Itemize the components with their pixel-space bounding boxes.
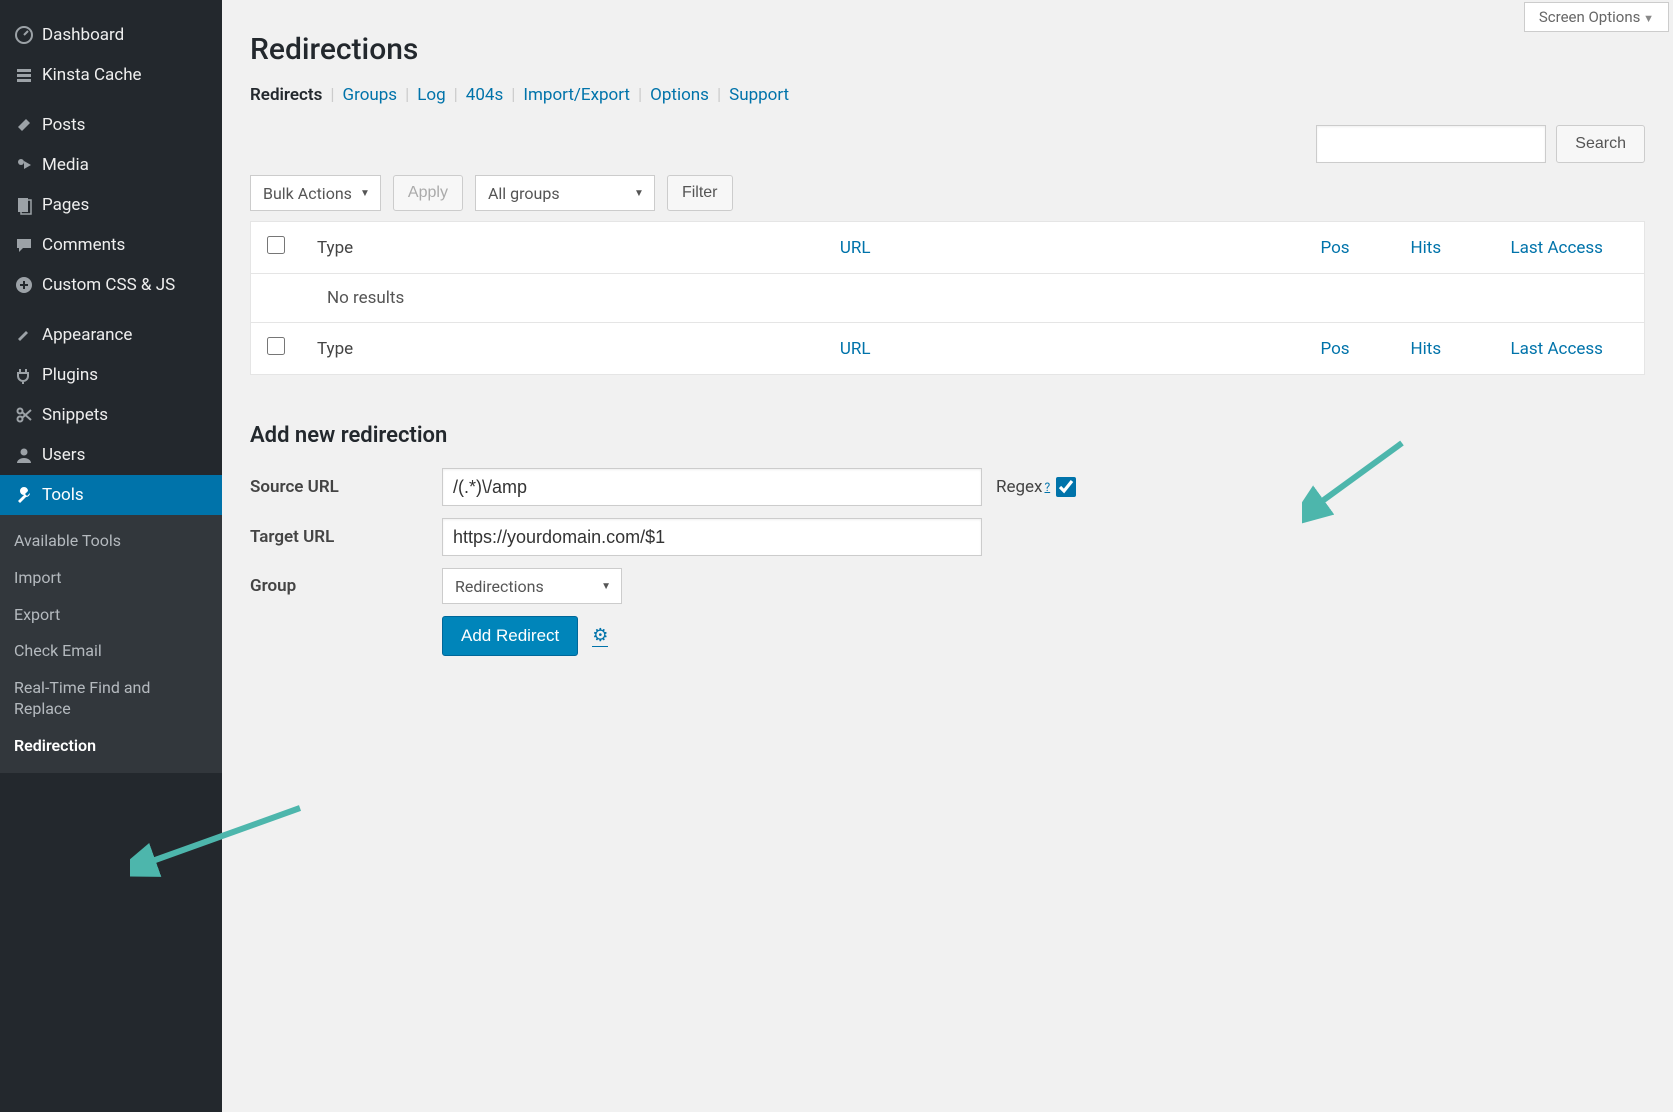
page-title: Redirections: [250, 32, 1645, 67]
scissors-icon: [14, 405, 42, 425]
sidebar-item-label: Kinsta Cache: [42, 65, 142, 85]
tab-redirects[interactable]: Redirects: [250, 85, 322, 105]
pages-icon: [14, 195, 42, 215]
submenu-item-redirection[interactable]: Redirection: [0, 728, 222, 765]
sidebar-item-label: Pages: [42, 195, 89, 215]
add-redirection-heading: Add new redirection: [250, 423, 1645, 448]
bulk-actions-select[interactable]: Bulk Actions: [250, 175, 381, 211]
sidebar-item-label: Plugins: [42, 365, 98, 385]
tab-options[interactable]: Options: [650, 85, 709, 105]
plug-icon: [14, 365, 42, 385]
wrench-icon: [14, 485, 42, 505]
tab-support[interactable]: Support: [729, 85, 789, 105]
submenu-item-export[interactable]: Export: [0, 597, 222, 634]
source-url-label: Source URL: [250, 477, 442, 497]
col-pos[interactable]: Pos: [1305, 222, 1395, 274]
tab-import-export[interactable]: Import/Export: [523, 85, 630, 105]
col-url[interactable]: URL: [824, 323, 1305, 375]
add-redirect-button[interactable]: Add Redirect: [442, 616, 578, 656]
select-all-checkbox-footer[interactable]: [267, 337, 285, 355]
target-url-label: Target URL: [250, 527, 442, 547]
search-button[interactable]: Search: [1556, 125, 1645, 163]
sidebar-item-kinsta-cache[interactable]: Kinsta Cache: [0, 55, 222, 95]
sidebar-item-media[interactable]: Media: [0, 145, 222, 185]
no-results-text: No results: [251, 274, 1645, 323]
sidebar-item-custom-css-js[interactable]: Custom CSS & JS: [0, 265, 222, 305]
sidebar-item-label: Tools: [42, 485, 84, 505]
sidebar-item-label: Posts: [42, 115, 85, 135]
submenu-item-available-tools[interactable]: Available Tools: [0, 523, 222, 560]
admin-sidebar: Dashboard Kinsta Cache Posts Media Pages Comm…: [0, 0, 222, 1112]
filter-button[interactable]: Filter: [667, 175, 733, 211]
comment-icon: [14, 235, 42, 255]
regex-help-link[interactable]: ?: [1044, 480, 1050, 494]
submenu-item-check-email[interactable]: Check Email: [0, 633, 222, 670]
sidebar-item-label: Users: [42, 445, 85, 465]
col-hits[interactable]: Hits: [1395, 222, 1495, 274]
source-url-input[interactable]: [442, 468, 982, 506]
sidebar-item-label: Snippets: [42, 405, 108, 425]
submenu-item-import[interactable]: Import: [0, 560, 222, 597]
group-filter-select[interactable]: All groups: [475, 175, 655, 211]
submenu-item-real-time-find-and-replace[interactable]: Real-Time Find and Replace: [0, 670, 222, 728]
select-all-checkbox[interactable]: [267, 236, 285, 254]
search-input[interactable]: [1316, 125, 1546, 163]
dashboard-icon: [14, 25, 42, 45]
media-icon: [14, 155, 42, 175]
col-type[interactable]: Type: [301, 222, 824, 274]
col-url[interactable]: URL: [824, 222, 1305, 274]
sidebar-item-comments[interactable]: Comments: [0, 225, 222, 265]
col-last-access[interactable]: Last Access: [1495, 222, 1645, 274]
target-url-input[interactable]: [442, 518, 982, 556]
col-hits[interactable]: Hits: [1395, 323, 1495, 375]
regex-checkbox[interactable]: [1056, 477, 1076, 497]
sidebar-item-tools[interactable]: Tools: [0, 475, 222, 515]
table-row: No results: [251, 274, 1645, 323]
pin-icon: [14, 115, 42, 135]
sidebar-item-appearance[interactable]: Appearance: [0, 315, 222, 355]
sidebar-item-label: Custom CSS & JS: [42, 275, 175, 295]
user-icon: [14, 445, 42, 465]
screen-options-button[interactable]: Screen Options: [1524, 2, 1669, 32]
sidebar-item-dashboard[interactable]: Dashboard: [0, 15, 222, 55]
brush-icon: [14, 325, 42, 345]
tab-404s[interactable]: 404s: [466, 85, 503, 105]
sidebar-item-users[interactable]: Users: [0, 435, 222, 475]
sidebar-item-snippets[interactable]: Snippets: [0, 395, 222, 435]
tab-groups[interactable]: Groups: [343, 85, 398, 105]
plus-icon: [14, 275, 42, 295]
gear-icon[interactable]: ⚙: [592, 625, 608, 647]
sidebar-item-plugins[interactable]: Plugins: [0, 355, 222, 395]
cache-icon: [14, 65, 42, 85]
sidebar-item-label: Media: [42, 155, 89, 175]
sidebar-item-label: Appearance: [42, 325, 132, 345]
sidebar-item-posts[interactable]: Posts: [0, 105, 222, 145]
tab-log[interactable]: Log: [417, 85, 445, 105]
plugin-tabs: Redirects|Groups|Log|404s|Import/Export|…: [250, 85, 1645, 105]
group-label: Group: [250, 576, 442, 596]
main-content: Screen Options Redirections Redirects|Gr…: [222, 0, 1673, 1112]
col-last-access[interactable]: Last Access: [1495, 323, 1645, 375]
col-type[interactable]: Type: [301, 323, 824, 375]
sidebar-item-label: Dashboard: [42, 25, 124, 45]
col-pos[interactable]: Pos: [1305, 323, 1395, 375]
sidebar-item-pages[interactable]: Pages: [0, 185, 222, 225]
apply-button[interactable]: Apply: [393, 175, 463, 211]
regex-label: Regex: [996, 477, 1042, 497]
tools-submenu: Available ToolsImportExportCheck EmailRe…: [0, 515, 222, 773]
sidebar-item-label: Comments: [42, 235, 125, 255]
redirects-table: Type URL Pos Hits Last Access No results…: [250, 221, 1645, 375]
group-select[interactable]: Redirections: [442, 568, 622, 604]
